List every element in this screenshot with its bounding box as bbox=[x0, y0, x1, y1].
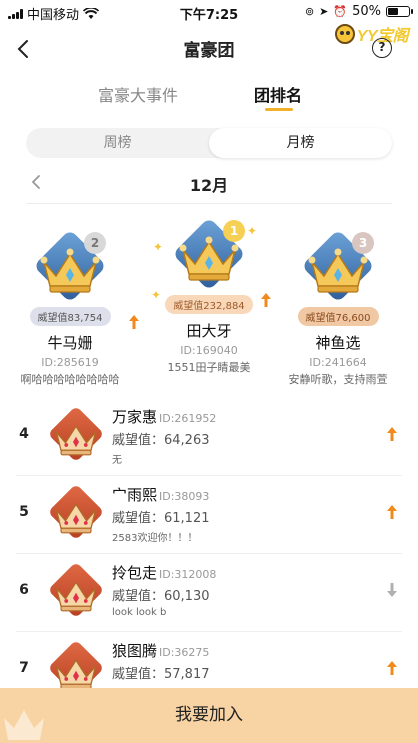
crown-badge: 3 bbox=[300, 229, 376, 306]
crown-icon bbox=[55, 580, 97, 612]
nav-bar: 富豪团 ? bbox=[0, 28, 418, 68]
team-desc: 啊哈哈哈哈哈哈哈哈 bbox=[20, 373, 120, 386]
trend-down-icon bbox=[387, 583, 397, 597]
status-right: ⊚ ➤ ⏰ 50% bbox=[304, 4, 413, 19]
score-pill: 威望值232,884 bbox=[165, 295, 253, 314]
team-desc: look look b bbox=[112, 607, 167, 618]
team-desc: 无 bbox=[112, 455, 122, 466]
team-score: 威望值：57,817 bbox=[112, 667, 210, 682]
podium-item-second[interactable]: 2 威望值83,754 牛马姗 ID:285619 啊哈哈哈哈哈哈哈哈 bbox=[0, 229, 140, 387]
segment-week[interactable]: 周榜 bbox=[26, 128, 209, 158]
sparkle-icon: ✦ bbox=[153, 240, 164, 254]
ranking-list: 4 万家惠 ID:261952 威望值：64,263 无 5 宀雨熙 ID:3809… bbox=[0, 398, 418, 710]
sparkle-icon: ✦ bbox=[151, 288, 162, 302]
team-name-line: 拎包走 ID:312008 bbox=[112, 562, 216, 583]
list-item[interactable]: 5 宀雨熙 ID:38093 威望值：61,121 2583欢迎你！！！ bbox=[16, 476, 402, 554]
team-score: 威望值：60,130 bbox=[112, 589, 210, 604]
crown-badge bbox=[46, 483, 106, 544]
team-name: 神鱼选 bbox=[315, 334, 361, 352]
join-button[interactable]: 我要加入 bbox=[0, 688, 418, 743]
rank-badge: 3 bbox=[352, 232, 374, 254]
team-id: ID:38093 bbox=[159, 490, 210, 503]
team-score: 威望值：61,121 bbox=[112, 511, 210, 526]
team-id: ID:312008 bbox=[159, 568, 217, 581]
trend-up-icon bbox=[387, 427, 397, 441]
team-name-line: 宀雨熙 ID:38093 bbox=[112, 484, 209, 505]
team-name: 牛马姗 bbox=[47, 334, 93, 352]
decoration-crown-icon bbox=[4, 710, 44, 740]
row-rank: 6 bbox=[19, 582, 29, 598]
tab-bar: 富豪大事件 团排名 bbox=[0, 82, 418, 118]
team-name: 宀雨熙 bbox=[112, 486, 158, 504]
crown-badge: 2 bbox=[32, 229, 108, 306]
team-name: 拎包走 bbox=[112, 564, 158, 582]
month-label: 12月 bbox=[189, 176, 229, 195]
podium: 2 威望值83,754 牛马姗 ID:285619 啊哈哈哈哈哈哈哈哈 ✦ ✦ … bbox=[0, 217, 418, 386]
crown-badge bbox=[46, 405, 106, 466]
tab-ranking[interactable]: 团排名 bbox=[254, 82, 302, 106]
team-id: ID:285619 bbox=[41, 356, 99, 369]
page-title: 富豪团 bbox=[183, 41, 235, 61]
segment-month[interactable]: 月榜 bbox=[209, 128, 392, 158]
location-icon: ➤ bbox=[319, 5, 329, 18]
crown-icon bbox=[55, 502, 97, 534]
battery-icon bbox=[386, 6, 413, 17]
team-id: ID:169040 bbox=[180, 344, 238, 357]
crown-icon bbox=[55, 658, 97, 690]
help-button[interactable]: ? bbox=[372, 38, 392, 58]
podium-item-first[interactable]: ✦ ✦ ✦ 1 威望值232,884 田大牙 ID:169040 1551田子睛… bbox=[139, 217, 279, 375]
team-name: 田大牙 bbox=[186, 322, 232, 340]
row-rank: 5 bbox=[19, 504, 29, 520]
lock-rotation-icon: ⊚ bbox=[304, 5, 315, 18]
rank-badge: 2 bbox=[84, 232, 106, 254]
team-id: ID:241664 bbox=[309, 356, 367, 369]
month-selector: 12月 bbox=[26, 168, 392, 204]
team-desc: 2583欢迎你！！！ bbox=[112, 533, 198, 544]
score-pill: 威望值76,600 bbox=[297, 307, 379, 326]
team-name: 万家惠 bbox=[112, 408, 158, 426]
active-tab-indicator bbox=[265, 108, 293, 111]
crown-badge: 1 bbox=[171, 217, 247, 294]
list-item[interactable]: 4 万家惠 ID:261952 威望值：64,263 无 bbox=[16, 398, 402, 476]
crown-badge bbox=[46, 561, 106, 622]
team-name: 狼图腾 bbox=[112, 642, 158, 660]
trend-up-icon bbox=[387, 661, 397, 675]
team-id: ID:261952 bbox=[159, 412, 217, 425]
team-desc: 1551田子睛最美 bbox=[167, 361, 251, 374]
battery-percent: 50% bbox=[352, 4, 381, 19]
tab-events[interactable]: 富豪大事件 bbox=[98, 82, 178, 106]
team-name-line: 狼图腾 ID:36275 bbox=[112, 640, 209, 661]
row-rank: 4 bbox=[19, 426, 29, 442]
alarm-icon: ⏰ bbox=[333, 5, 348, 18]
list-item[interactable]: 6 拎包走 ID:312008 威望值：60,130 look look b bbox=[16, 554, 402, 632]
team-id: ID:36275 bbox=[159, 646, 210, 659]
team-desc: 安静听歌，支持雨萱 bbox=[288, 373, 388, 386]
trend-up-icon bbox=[387, 505, 397, 519]
crown-icon bbox=[55, 424, 97, 456]
row-rank: 7 bbox=[19, 660, 29, 676]
team-name-line: 万家惠 ID:261952 bbox=[112, 406, 216, 427]
rank-badge: 1 bbox=[223, 220, 245, 242]
period-segment: 周榜 月榜 bbox=[26, 128, 392, 158]
status-bar: 中国移动 下午7:25 ⊚ ➤ ⏰ 50% bbox=[0, 0, 418, 24]
sparkle-icon: ✦ bbox=[247, 224, 258, 238]
podium-item-third[interactable]: 3 威望值76,600 神鱼选 ID:241664 安静听歌，支持雨萱 bbox=[268, 229, 408, 387]
score-pill: 威望值83,754 bbox=[29, 307, 111, 326]
join-button-label: 我要加入 bbox=[175, 705, 243, 725]
team-score: 威望值：64,263 bbox=[112, 433, 210, 448]
